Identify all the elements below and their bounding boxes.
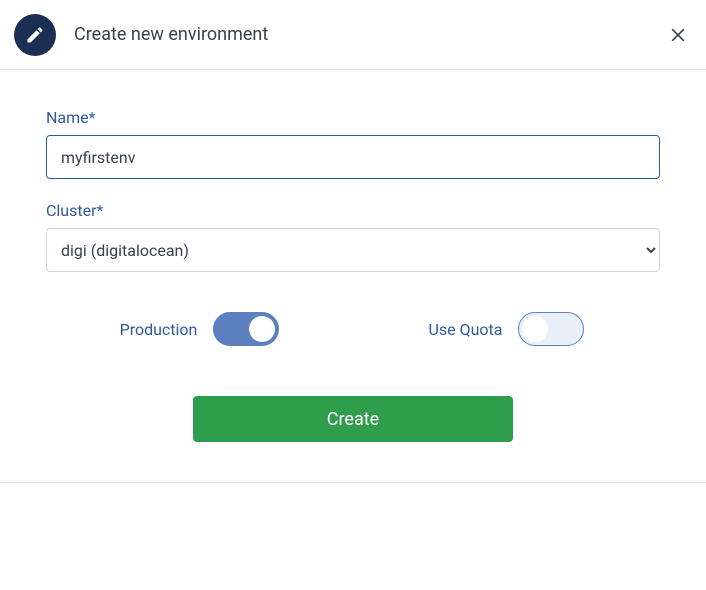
- use-quota-toggle-group: Use Quota: [353, 312, 660, 346]
- create-button[interactable]: Create: [193, 396, 513, 442]
- toggles-row: Production Use Quota: [46, 312, 660, 346]
- use-quota-toggle[interactable]: [518, 312, 584, 346]
- pencil-circle-icon: [14, 14, 56, 56]
- toggle-knob: [249, 316, 275, 342]
- close-button[interactable]: [664, 21, 692, 49]
- production-toggle-group: Production: [46, 312, 353, 346]
- close-icon: [668, 25, 688, 45]
- use-quota-label: Use Quota: [429, 320, 503, 339]
- name-label: Name*: [46, 108, 660, 127]
- cluster-select[interactable]: digi (digitalocean): [46, 228, 660, 272]
- dialog-body: Name* Cluster* digi (digitalocean) Produ…: [0, 70, 706, 483]
- pencil-icon: [25, 25, 45, 45]
- production-label: Production: [120, 320, 198, 339]
- dialog-header: Create new environment: [0, 0, 706, 70]
- cluster-label: Cluster*: [46, 201, 660, 220]
- create-environment-dialog: Create new environment Name* Cluster* di…: [0, 0, 706, 590]
- production-toggle[interactable]: [213, 312, 279, 346]
- name-input[interactable]: [46, 135, 660, 179]
- toggle-knob: [522, 316, 548, 342]
- dialog-title: Create new environment: [74, 24, 268, 45]
